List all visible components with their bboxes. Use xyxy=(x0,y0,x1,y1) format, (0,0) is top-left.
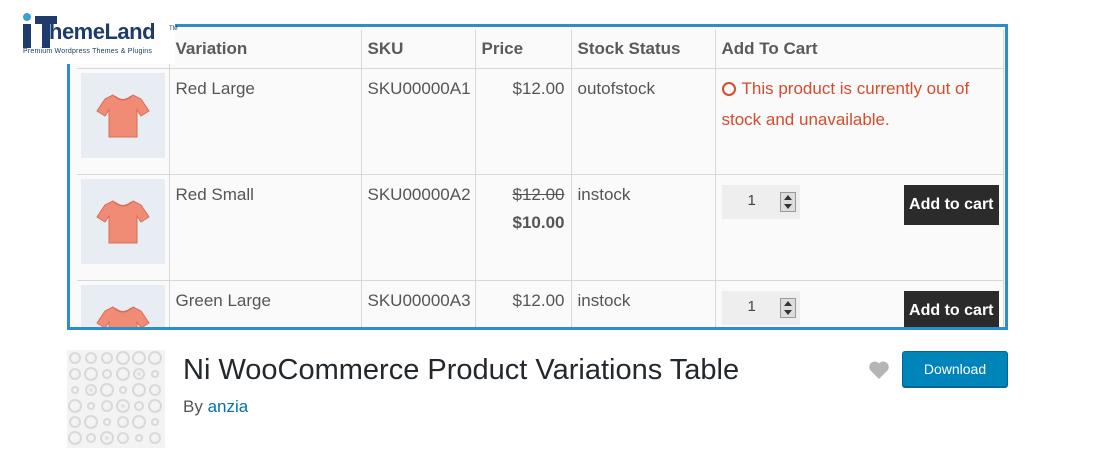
tshirt-icon xyxy=(96,305,150,327)
out-of-stock-message: This product is currently out of stock a… xyxy=(721,79,970,129)
plugin-byline: By anzia xyxy=(183,397,248,417)
header-stock-status: Stock Status xyxy=(571,30,716,69)
header-variation: Variation xyxy=(169,30,362,69)
quantity-stepper[interactable]: 1 xyxy=(721,185,800,219)
stock-status: outofstock xyxy=(571,68,716,175)
add-to-cart-button[interactable]: Add to cart xyxy=(904,185,999,225)
by-label: By xyxy=(183,397,203,416)
table-row: Red Large SKU00000A1 $12.00 outofstock T… xyxy=(77,68,1004,175)
download-button[interactable]: Download xyxy=(902,351,1008,387)
variation-name: Red Small xyxy=(169,174,362,281)
heart-icon[interactable] xyxy=(868,360,890,380)
plugin-preview-banner[interactable]: Variation SKU Price Stock Status Add To … xyxy=(67,24,1008,330)
table-row: Green Large SKU00000A3 $12.00 instock 1 … xyxy=(77,280,1004,327)
product-thumbnail-cell xyxy=(77,174,170,281)
stock-status: instock xyxy=(571,280,716,327)
header-sku: SKU xyxy=(361,30,476,69)
author-link[interactable]: anzia xyxy=(208,397,249,416)
product-thumbnail[interactable] xyxy=(81,285,165,327)
themeland-logo: hemeLand TM Premium Wordpress Themes & P… xyxy=(15,10,178,64)
regular-price: $12.00 xyxy=(512,185,565,204)
logo-tagline: Premium Wordpress Themes & Plugins xyxy=(23,48,153,55)
plugin-icon[interactable] xyxy=(67,350,165,448)
spinner-arrows-icon[interactable] xyxy=(779,298,796,318)
table-row: Red Small SKU00000A2 $12.00 $10.00 insto… xyxy=(77,174,1004,281)
product-thumbnail[interactable] xyxy=(81,179,165,264)
product-thumbnail[interactable] xyxy=(81,73,165,158)
table-header-row: Variation SKU Price Stock Status Add To … xyxy=(77,30,1004,69)
add-to-cart-button[interactable]: Add to cart xyxy=(904,291,999,327)
spinner-arrows-icon[interactable] xyxy=(779,192,796,212)
product-thumbnail-cell xyxy=(77,68,170,175)
stock-status: instock xyxy=(571,174,716,281)
header-price: Price xyxy=(475,30,572,69)
sku: SKU00000A1 xyxy=(361,68,476,175)
product-thumbnail-cell xyxy=(77,280,170,327)
quantity-stepper[interactable]: 1 xyxy=(721,291,800,325)
add-to-cart-cell: 1 Add to cart xyxy=(715,174,1004,281)
tshirt-icon xyxy=(96,93,150,137)
add-to-cart-cell: This product is currently out of stock a… xyxy=(715,68,1004,175)
price: $12.00 xyxy=(475,280,572,327)
price: $12.00 xyxy=(475,68,572,175)
sad-face-icon xyxy=(721,82,736,96)
variation-name: Green Large xyxy=(169,280,362,327)
quantity-value[interactable]: 1 xyxy=(748,298,756,315)
logo-brand: hemeLand xyxy=(49,19,156,44)
price: $12.00 $10.00 xyxy=(475,174,572,281)
quantity-value[interactable]: 1 xyxy=(748,192,756,209)
variations-table: Variation SKU Price Stock Status Add To … xyxy=(77,30,1004,327)
plugin-title[interactable]: Ni WooCommerce Product Variations Table xyxy=(183,354,739,387)
header-add-to-cart: Add To Cart xyxy=(715,30,1004,69)
variation-name: Red Large xyxy=(169,68,362,175)
add-to-cart-cell: 1 Add to cart xyxy=(715,280,1004,327)
sale-price: $10.00 xyxy=(512,213,565,232)
sku: SKU00000A2 xyxy=(361,174,476,281)
tshirt-icon xyxy=(96,199,150,243)
sku: SKU00000A3 xyxy=(361,280,476,327)
